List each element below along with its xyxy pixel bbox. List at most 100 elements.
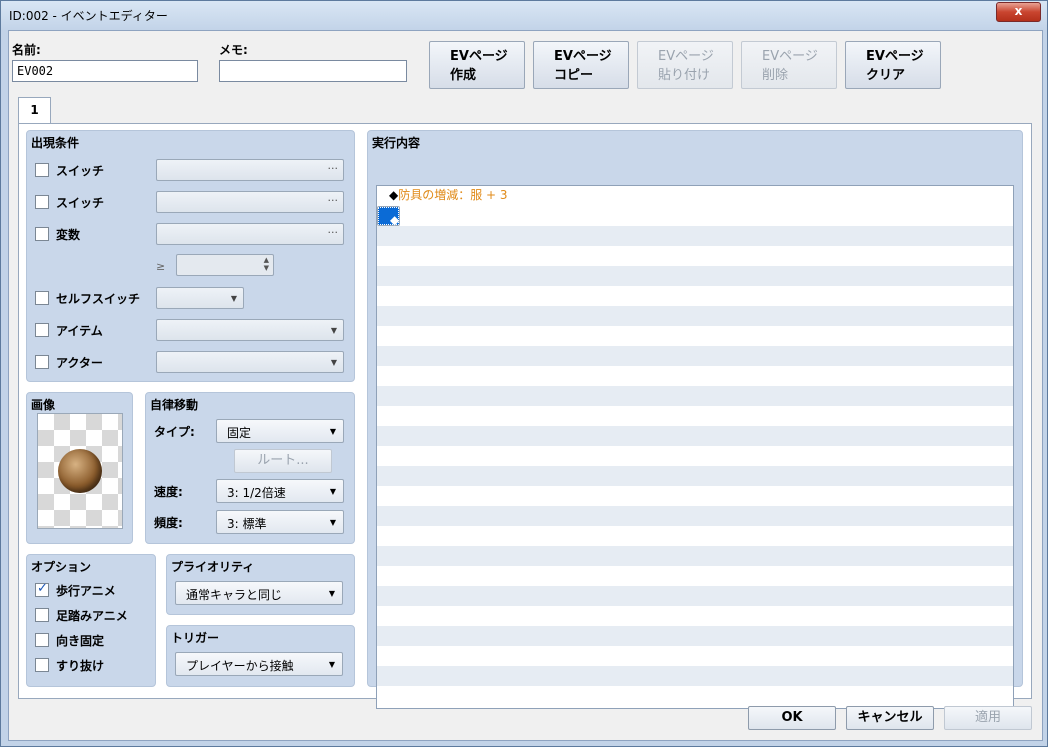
variable-value-spinner[interactable]: ▲ ▼ [176, 254, 274, 276]
empty-row[interactable] [377, 626, 1013, 646]
event-image[interactable] [37, 413, 123, 529]
switch1-field[interactable]: ··· [156, 159, 344, 181]
gte-symbol: ≥ [156, 260, 166, 273]
switch1-checkbox[interactable] [35, 163, 49, 177]
list-item[interactable]: ◆防具の増減：服 + 3 [377, 186, 1013, 206]
conditions-panel: 出現条件 スイッチ ··· スイッチ ··· 変数 ··· ≥ ▲ ▼ セルフスイ… [26, 130, 355, 382]
actor-checkbox[interactable] [35, 355, 49, 369]
memo-input[interactable] [219, 60, 407, 82]
close-button[interactable]: x [996, 2, 1041, 22]
empty-row[interactable] [377, 386, 1013, 406]
image-title: 画像 [31, 398, 56, 412]
actor-select[interactable]: ▼ [156, 351, 344, 373]
empty-row[interactable] [377, 406, 1013, 426]
clear-page-button[interactable]: EVページ クリア [845, 41, 941, 89]
actor-label: アクター [56, 356, 103, 370]
rock-sprite [58, 449, 102, 493]
name-label: 名前: [12, 43, 41, 57]
name-input[interactable]: EV002 [12, 60, 198, 82]
diamond-icon: ◆ [390, 213, 400, 227]
type-select[interactable]: 固定 ▼ [216, 419, 344, 443]
empty-row[interactable] [377, 206, 1013, 226]
empty-row[interactable] [377, 266, 1013, 286]
tab-page-1[interactable]: 1 [18, 97, 51, 124]
command-text: 防具の増減：服 + 3 [398, 188, 508, 202]
ellipsis-icon: ··· [327, 226, 339, 239]
frequency-label: 頻度: [154, 516, 183, 530]
priority-select[interactable]: 通常キャラと同じ ▼ [175, 581, 343, 605]
paste-page-button[interactable]: EVページ 貼り付け [637, 41, 733, 89]
empty-row[interactable] [377, 226, 1013, 246]
ok-button[interactable]: OK [748, 706, 836, 730]
empty-row[interactable] [377, 246, 1013, 266]
trigger-title: トリガー [171, 631, 220, 645]
walking-anim-checkbox[interactable] [35, 581, 49, 597]
apply-button[interactable]: 適用 [944, 706, 1032, 730]
new-page-button[interactable]: EVページ 作成 [429, 41, 525, 89]
item-checkbox[interactable] [35, 323, 49, 337]
walking-anim-label: 歩行アニメ [56, 584, 116, 598]
event-editor-window: ID:002 - イベントエディター x 名前: EV002 メモ: EVページ… [0, 0, 1048, 747]
through-label: すり抜け [56, 659, 105, 673]
chevron-down-icon: ▼ [230, 294, 237, 303]
list-item-selected[interactable]: ◆ [377, 206, 401, 227]
empty-row[interactable] [377, 446, 1013, 466]
empty-row[interactable] [377, 606, 1013, 626]
copy-page-button[interactable]: EVページ コピー [533, 41, 629, 89]
empty-row[interactable] [377, 346, 1013, 366]
empty-row[interactable] [377, 486, 1013, 506]
chevron-down-icon: ▼ [329, 487, 336, 496]
self-switch-label: セルフスイッチ [56, 292, 141, 306]
route-button[interactable]: ルート... [234, 449, 332, 473]
self-switch-checkbox[interactable] [35, 291, 49, 305]
autonomous-panel: 自律移動 タイプ: 固定 ▼ ルート... 速度: 3: 1/2倍速 ▼ 頻度: 3… [145, 392, 355, 544]
item-label: アイテム [56, 324, 103, 338]
empty-row[interactable] [377, 566, 1013, 586]
trigger-select[interactable]: プレイヤーから接触 ▼ [175, 652, 343, 676]
chevron-down-icon: ▼ [330, 358, 337, 367]
options-title: オプション [31, 560, 92, 574]
empty-row[interactable] [377, 466, 1013, 486]
empty-row[interactable] [377, 526, 1013, 546]
through-checkbox[interactable] [35, 658, 49, 672]
empty-row[interactable] [377, 546, 1013, 566]
diamond-icon: ◆ [389, 188, 399, 202]
empty-row[interactable] [377, 326, 1013, 346]
trigger-panel: トリガー プレイヤーから接触 ▼ [166, 625, 355, 687]
empty-row[interactable] [377, 646, 1013, 666]
switch2-field[interactable]: ··· [156, 191, 344, 213]
delete-page-button[interactable]: EVページ 削除 [741, 41, 837, 89]
dialog-client: 名前: EV002 メモ: EVページ 作成 EVページ コピー EVページ 貼り付け… [8, 30, 1043, 741]
command-list[interactable]: ◆防具の増減：服 + 3 ◆ [376, 185, 1014, 709]
spinner-arrows-icon[interactable]: ▲ ▼ [264, 256, 269, 272]
frequency-select[interactable]: 3: 標準 ▼ [216, 510, 344, 534]
direction-fix-checkbox[interactable] [35, 633, 49, 647]
item-select[interactable]: ▼ [156, 319, 344, 341]
chevron-down-icon: ▼ [330, 326, 337, 335]
memo-label: メモ: [219, 43, 248, 57]
empty-row[interactable] [377, 666, 1013, 686]
chevron-down-icon: ▼ [329, 518, 336, 527]
empty-row[interactable] [377, 366, 1013, 386]
priority-title: プライオリティ [171, 560, 255, 574]
variable-label: 変数 [56, 228, 81, 242]
empty-row[interactable] [377, 426, 1013, 446]
variable-field[interactable]: ··· [156, 223, 344, 245]
self-switch-select[interactable]: ▼ [156, 287, 244, 309]
switch2-checkbox[interactable] [35, 195, 49, 209]
speed-select[interactable]: 3: 1/2倍速 ▼ [216, 479, 344, 503]
ellipsis-icon: ··· [327, 162, 339, 175]
stepping-anim-checkbox[interactable] [35, 608, 49, 622]
type-label: タイプ: [154, 425, 195, 439]
cancel-button[interactable]: キャンセル [846, 706, 934, 730]
variable-checkbox[interactable] [35, 227, 49, 241]
chevron-down-icon: ▼ [328, 589, 335, 598]
empty-row[interactable] [377, 286, 1013, 306]
empty-row[interactable] [377, 506, 1013, 526]
window-title: ID:002 - イベントエディター [9, 9, 168, 23]
priority-panel: プライオリティ 通常キャラと同じ ▼ [166, 554, 355, 615]
conditions-title: 出現条件 [31, 136, 80, 150]
empty-row[interactable] [377, 586, 1013, 606]
empty-row[interactable] [377, 306, 1013, 326]
title-bar[interactable]: ID:002 - イベントエディター x [1, 1, 1047, 29]
